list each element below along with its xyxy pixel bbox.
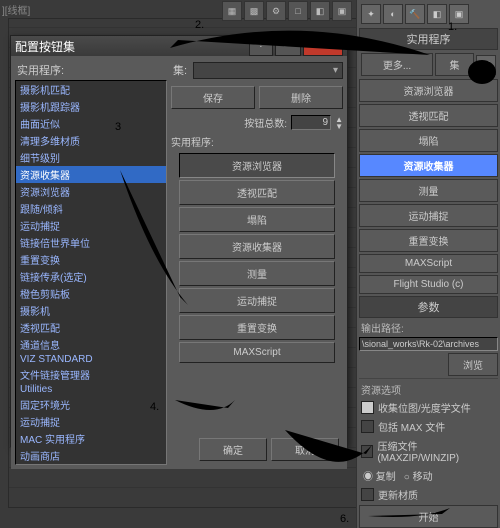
tab-icon[interactable]: ✦ <box>361 4 381 24</box>
list-item[interactable]: Utilities <box>16 383 166 396</box>
list-item[interactable]: MAC 实用程序 <box>16 430 166 447</box>
utility-slot-button[interactable]: 资源收集器 <box>179 234 335 259</box>
button-count-spinner[interactable]: 9 <box>291 115 331 130</box>
list-item[interactable]: 资源收集器 <box>16 166 166 183</box>
output-path-input[interactable]: \sional_works\Rk-02\archives <box>359 337 498 351</box>
panel-util-button[interactable]: MAXScript <box>359 254 498 273</box>
top-toolbar: ▦ ▩ ⚙ □ ◧ ▣ <box>222 0 352 22</box>
utility-slot-button[interactable]: 测量 <box>179 261 335 286</box>
list-item[interactable]: 资源浏览器 <box>16 183 166 200</box>
tool-icon[interactable]: ◧ <box>310 1 330 21</box>
utility-slot-button[interactable]: 重置变换 <box>179 315 335 340</box>
utilities-label: 实用程序: <box>15 60 167 80</box>
utility-slot-button[interactable]: 资源浏览器 <box>179 153 335 178</box>
list-item[interactable]: 链接传承(选定) <box>16 268 166 285</box>
panel-util-button[interactable]: 运动捕捉 <box>359 204 498 227</box>
cancel-button[interactable]: 取消 <box>271 438 339 461</box>
set-dropdown[interactable]: ▾ <box>193 62 343 79</box>
list-item[interactable]: 透视匹配 <box>16 319 166 336</box>
panel-util-button[interactable]: 测量 <box>359 179 498 202</box>
chevron-down-icon: ▾ <box>333 65 338 76</box>
checkbox-label: 包括 MAX 文件 <box>378 419 445 434</box>
help-icon[interactable]: ? <box>249 36 273 56</box>
panel-util-button[interactable]: 塌陷 <box>359 129 498 152</box>
tool-icon[interactable]: ▦ <box>222 1 242 21</box>
list-item[interactable]: 细节级别 <box>16 149 166 166</box>
config-icon[interactable]: ▤ <box>476 55 496 75</box>
list-item[interactable]: 橙色剪贴板 <box>16 285 166 302</box>
tab-icon[interactable]: ◧ <box>427 4 447 24</box>
list-item[interactable]: 曲面近似 <box>16 115 166 132</box>
list-item[interactable]: 摄影机匹配 <box>16 81 166 98</box>
minimize-icon[interactable]: ▭ <box>275 36 301 56</box>
utility-slot-button[interactable]: 透视匹配 <box>179 180 335 205</box>
close-icon[interactable]: ✕ <box>303 36 343 56</box>
update-materials-checkbox[interactable]: 更新材质 <box>359 486 498 503</box>
dialog-title: 配置按钮集 <box>15 38 247 55</box>
list-item[interactable]: 文件链接管理器 <box>16 366 166 383</box>
list-item[interactable]: 重置变换 <box>16 251 166 268</box>
list-item[interactable]: VIZ STANDARD <box>16 353 166 366</box>
ok-button[interactable]: 确定 <box>199 438 267 461</box>
utilities-listbox[interactable]: 摄影机匹配摄影机跟踪器曲面近似清理多维材质细节级别资源收集器资源浏览器跟随/倾斜… <box>15 80 167 465</box>
utilities-sublabel: 实用程序: <box>171 132 343 151</box>
radio-label: 复制 <box>376 472 396 483</box>
utility-slot-button[interactable]: MAXScript <box>179 342 335 363</box>
save-button[interactable]: 保存 <box>171 86 255 109</box>
utility-slot-button[interactable]: 塌陷 <box>179 207 335 232</box>
list-item[interactable]: 跟随/倾斜 <box>16 200 166 217</box>
move-radio[interactable]: ○ 移动 <box>404 468 433 483</box>
utility-slot-button[interactable]: 运动捕捉 <box>179 288 335 313</box>
output-path-label: 输出路径: <box>359 320 498 335</box>
options-title: 资源选项 <box>359 378 498 397</box>
list-item[interactable]: 通道信息 <box>16 336 166 353</box>
viewport-label: ][线框] <box>2 2 30 17</box>
list-item[interactable]: 链接倍世界单位 <box>16 234 166 251</box>
tool-icon[interactable]: □ <box>288 1 308 21</box>
collect-bitmaps-checkbox[interactable]: ✔收集位图/光度学文件 <box>359 399 498 416</box>
checkbox-label: 压缩文件 (MAXZIP/WINZIP) <box>377 438 496 464</box>
panel-util-button[interactable]: 透视匹配 <box>359 104 498 127</box>
list-item[interactable]: 固定环境光 <box>16 396 166 413</box>
list-item[interactable]: 运动捕捉 <box>16 413 166 430</box>
tool-icon[interactable]: ▩ <box>244 1 264 21</box>
browse-button[interactable]: 浏览 <box>448 353 498 376</box>
set-label: 集: <box>171 60 189 80</box>
panel-group-title: 实用程序 <box>359 28 498 50</box>
copy-radio[interactable]: ◉ 复制 <box>363 468 396 483</box>
list-item[interactable]: 清理多维材质 <box>16 132 166 149</box>
delete-button[interactable]: 删除 <box>259 86 343 109</box>
checkbox-label: 收集位图/光度学文件 <box>378 400 471 415</box>
include-max-checkbox[interactable]: 包括 MAX 文件 <box>359 418 498 435</box>
button-count-label: 按钮总数: <box>244 115 287 130</box>
panel-util-button[interactable]: 重置变换 <box>359 229 498 252</box>
list-item[interactable]: 摄影机跟踪器 <box>16 98 166 115</box>
set-button[interactable]: 集 <box>435 53 474 76</box>
command-panel: ✦ ◐ 🔨 ◧ ▣ 实用程序 更多... 集 ▤ 资源浏览器 透视匹配 塌陷 资… <box>356 0 500 528</box>
list-item[interactable]: 运动捕捉 <box>16 217 166 234</box>
compress-checkbox[interactable]: 压缩文件 (MAXZIP/WINZIP) <box>359 437 498 465</box>
checkbox-label: 更新材质 <box>378 487 418 502</box>
tab-icon[interactable]: 🔨 <box>405 4 425 24</box>
tool-icon[interactable]: ⚙ <box>266 1 286 21</box>
panel-util-button[interactable]: 资源收集器 <box>359 154 498 177</box>
start-button[interactable]: 开始 <box>359 505 498 528</box>
params-title: 参数 <box>359 296 498 318</box>
panel-util-button[interactable]: 资源浏览器 <box>359 79 498 102</box>
list-item[interactable]: 摄影机 <box>16 302 166 319</box>
configure-button-set-dialog: 配置按钮集 ? ▭ ✕ 实用程序: 摄影机匹配摄影机跟踪器曲面近似清理多维材质细… <box>10 35 348 447</box>
tab-icon[interactable]: ▣ <box>449 4 469 24</box>
spinner-arrows-icon[interactable]: ▲▼ <box>335 116 343 130</box>
list-item[interactable]: 动画商店 <box>16 447 166 464</box>
dialog-titlebar[interactable]: 配置按钮集 ? ▭ ✕ <box>11 36 347 56</box>
tab-icon[interactable]: ◐ <box>383 4 403 24</box>
tool-icon[interactable]: ▣ <box>332 1 352 21</box>
radio-label: 移动 <box>413 472 433 483</box>
more-button[interactable]: 更多... <box>361 53 433 76</box>
panel-util-button[interactable]: Flight Studio (c) <box>359 275 498 294</box>
